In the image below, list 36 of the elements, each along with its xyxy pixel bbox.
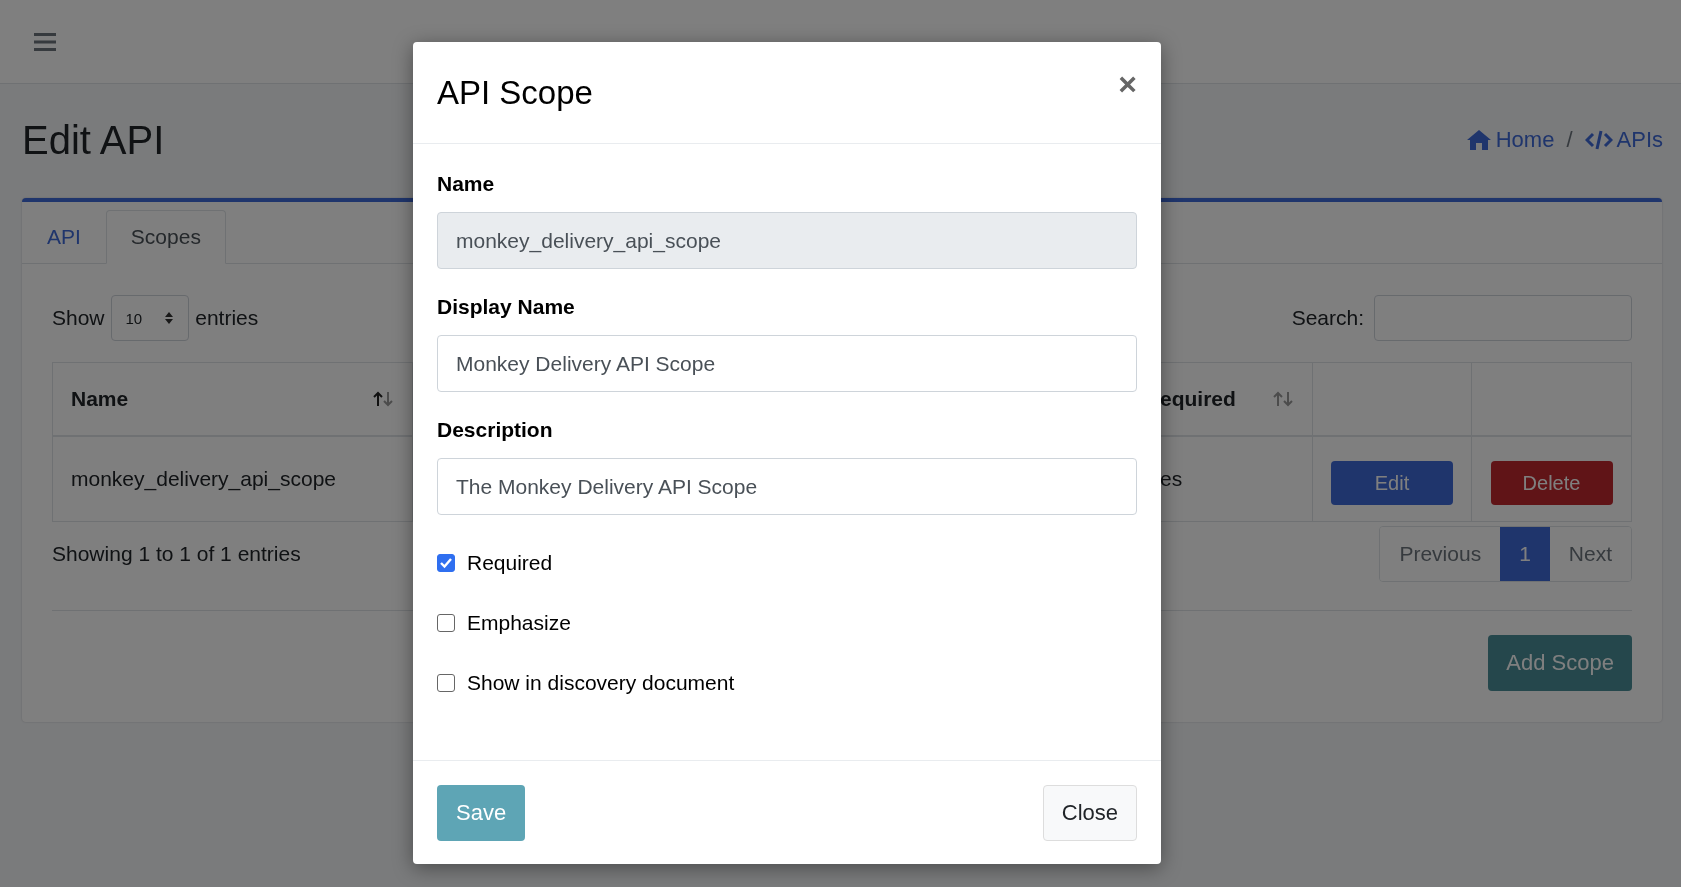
field-label: Name [437,172,496,196]
checkbox[interactable] [437,674,455,692]
text-field[interactable]: The Monkey Delivery API Scope [437,458,1137,515]
add-scope-button[interactable]: Add Scope [1488,635,1632,691]
tab[interactable]: Scopes [105,210,226,264]
tab[interactable]: API [22,210,106,264]
home-icon [1465,129,1492,151]
search-label: Search: [1291,306,1364,330]
entries-label: entries [195,306,259,330]
text-field[interactable]: Monkey Delivery API Scope [437,335,1137,392]
show-label: Show [52,306,105,330]
checkbox[interactable] [437,554,455,572]
page-button[interactable]: 1 [1500,527,1550,581]
close-button[interactable]: Close [1042,784,1137,841]
checkbox-label: Required [467,551,553,575]
sort-icon [1272,391,1294,407]
edit-button[interactable]: Edit [1331,461,1453,505]
breadcrumb-link[interactable]: APIs [1584,127,1663,153]
checkbox[interactable] [437,614,455,632]
modal-title: API Scope [437,73,593,112]
menu-icon[interactable] [34,32,56,51]
checkbox-label: Show in discovery document [467,671,735,695]
delete-button[interactable]: Delete [1490,461,1613,505]
table-info: Showing 1 to 1 of 1 entries [52,542,301,566]
code-icon [1584,129,1613,151]
search-field[interactable] [1374,295,1632,341]
field-label: Display Name [437,295,576,319]
sort-arrows-icon [164,311,175,325]
save-button[interactable]: Save [437,784,526,841]
sort-icon [372,391,394,407]
page-title: Edit API [22,117,165,163]
breadcrumb-separator: / [1566,127,1573,153]
page-size-select[interactable]: 10 [110,295,190,341]
breadcrumb-link[interactable]: Home [1465,127,1555,153]
checkbox-label: Emphasize [467,611,571,635]
field-label: Description [437,418,554,442]
